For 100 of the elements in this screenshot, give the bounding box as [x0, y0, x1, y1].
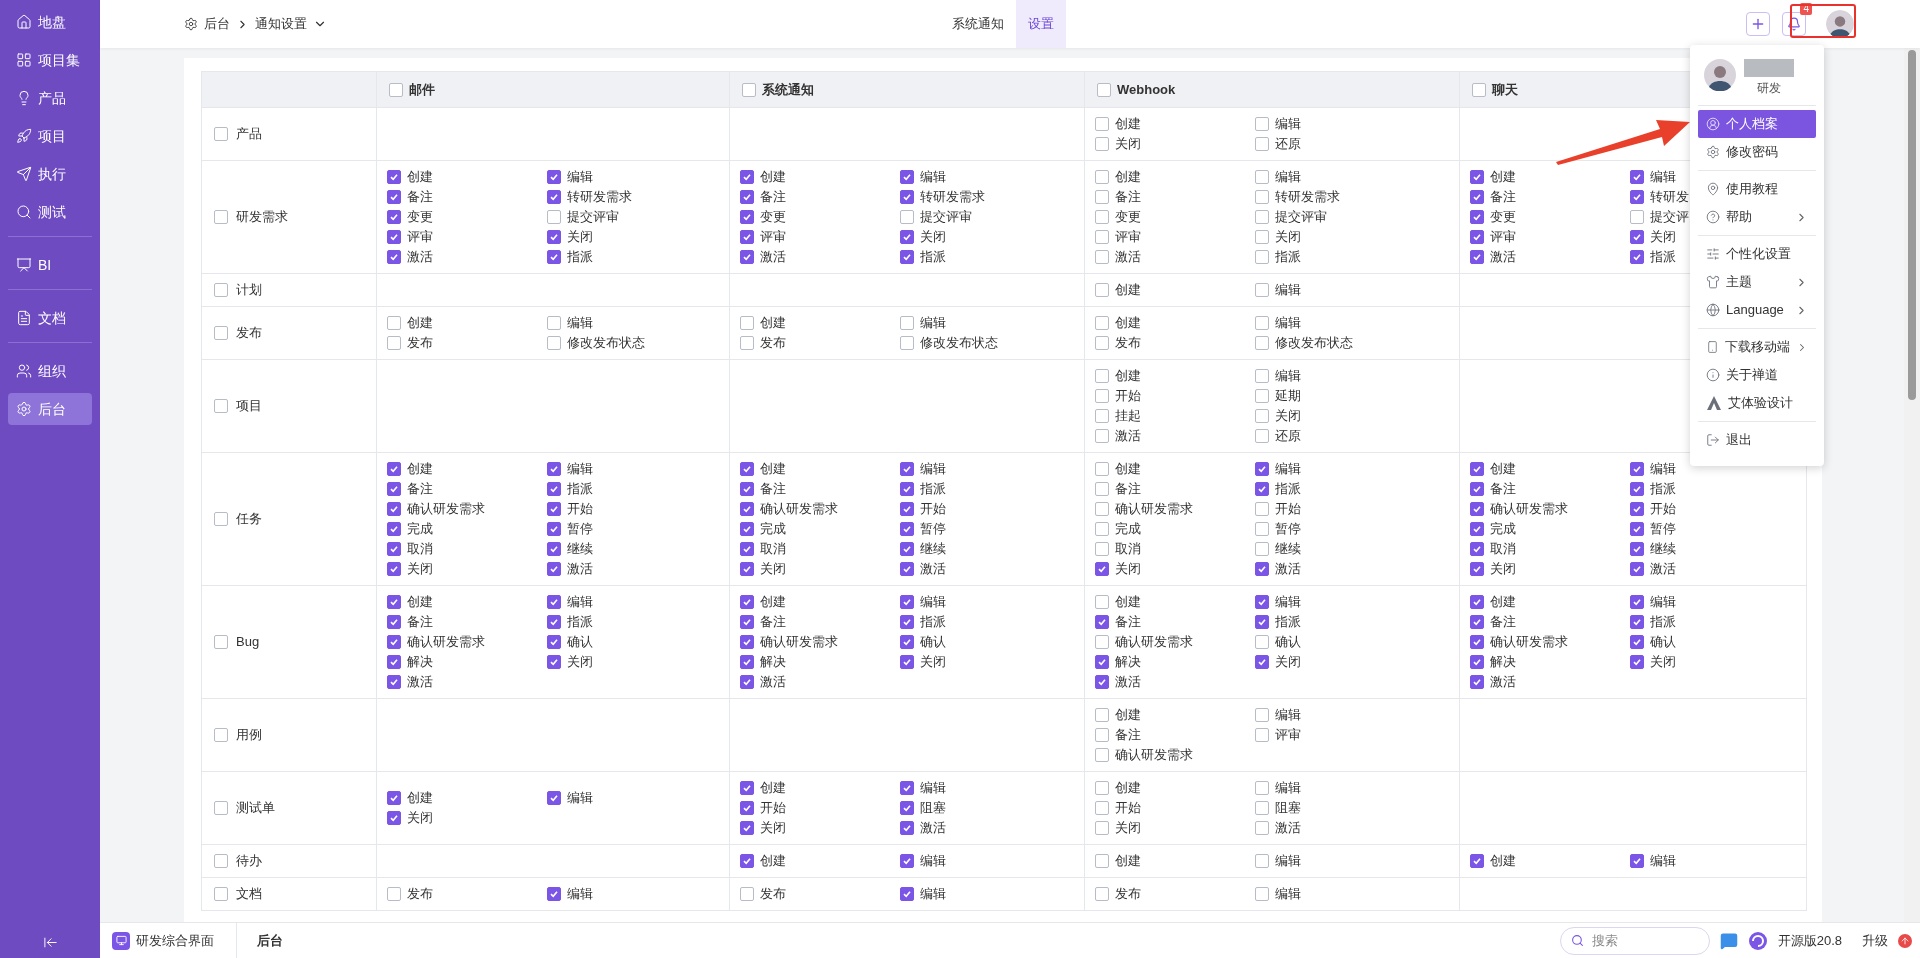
checkbox[interactable]	[387, 502, 401, 516]
checkbox[interactable]	[1630, 542, 1644, 556]
checkbox[interactable]	[742, 82, 756, 97]
checkbox[interactable]	[900, 210, 914, 224]
checkbox[interactable]	[1255, 429, 1269, 443]
checkbox[interactable]	[387, 250, 401, 264]
menu-item[interactable]: 帮助	[1698, 203, 1816, 231]
checkbox[interactable]	[1255, 887, 1269, 901]
checkbox[interactable]	[1470, 462, 1484, 476]
checkbox[interactable]	[1255, 409, 1269, 423]
checkbox[interactable]	[547, 562, 561, 576]
checkbox[interactable]	[1095, 462, 1109, 476]
add-button[interactable]	[1746, 12, 1770, 36]
checkbox[interactable]	[900, 595, 914, 609]
nav-item[interactable]: 产品	[8, 82, 92, 114]
checkbox[interactable]	[1255, 190, 1269, 204]
checkbox[interactable]	[1095, 369, 1109, 383]
checkbox[interactable]	[900, 230, 914, 244]
checkbox[interactable]	[740, 887, 754, 901]
checkbox[interactable]	[1255, 854, 1269, 868]
checkbox[interactable]	[1255, 316, 1269, 330]
checkbox[interactable]	[387, 615, 401, 629]
checkbox[interactable]	[900, 854, 914, 868]
checkbox[interactable]	[1095, 821, 1109, 835]
checkbox[interactable]	[740, 675, 754, 689]
checkbox[interactable]	[214, 728, 228, 742]
checkbox[interactable]	[900, 502, 914, 516]
checkbox[interactable]	[1095, 595, 1109, 609]
checkbox[interactable]	[900, 562, 914, 576]
checkbox[interactable]	[1630, 170, 1644, 184]
checkbox[interactable]	[740, 655, 754, 669]
checkbox[interactable]	[740, 854, 754, 868]
nav-item[interactable]: 执行	[8, 158, 92, 190]
checkbox[interactable]	[214, 127, 228, 141]
checkbox[interactable]	[1255, 562, 1269, 576]
checkbox[interactable]	[547, 210, 561, 224]
checkbox[interactable]	[1255, 542, 1269, 556]
checkbox[interactable]	[900, 801, 914, 815]
checkbox[interactable]	[900, 250, 914, 264]
checkbox[interactable]	[387, 675, 401, 689]
checkbox[interactable]	[1472, 82, 1486, 97]
checkbox[interactable]	[1095, 708, 1109, 722]
checkbox[interactable]	[1255, 801, 1269, 815]
nav-item[interactable]: 文档	[8, 302, 92, 334]
checkbox[interactable]	[740, 502, 754, 516]
checkbox[interactable]	[547, 230, 561, 244]
checkbox[interactable]	[740, 821, 754, 835]
checkbox[interactable]	[1095, 409, 1109, 423]
checkbox[interactable]	[1255, 369, 1269, 383]
checkbox[interactable]	[740, 462, 754, 476]
checkbox[interactable]	[740, 336, 754, 350]
checkbox[interactable]	[740, 250, 754, 264]
checkbox[interactable]	[1095, 655, 1109, 669]
checkbox[interactable]	[1470, 482, 1484, 496]
checkbox[interactable]	[387, 482, 401, 496]
checkbox[interactable]	[547, 791, 561, 805]
checkbox[interactable]	[1630, 595, 1644, 609]
checkbox[interactable]	[900, 190, 914, 204]
checkbox[interactable]	[547, 250, 561, 264]
checkbox[interactable]	[1630, 482, 1644, 496]
checkbox[interactable]	[387, 210, 401, 224]
checkbox[interactable]	[1095, 887, 1109, 901]
checkbox[interactable]	[1095, 336, 1109, 350]
checkbox[interactable]	[1255, 482, 1269, 496]
checkbox[interactable]	[387, 791, 401, 805]
checkbox[interactable]	[1095, 230, 1109, 244]
checkbox[interactable]	[1095, 117, 1109, 131]
checkbox[interactable]	[1255, 389, 1269, 403]
checkbox[interactable]	[740, 801, 754, 815]
nav-item[interactable]: 地盘	[8, 6, 92, 38]
checkbox[interactable]	[1255, 635, 1269, 649]
checkbox[interactable]	[387, 887, 401, 901]
checkbox[interactable]	[1095, 615, 1109, 629]
checkbox[interactable]	[900, 482, 914, 496]
checkbox[interactable]	[1470, 675, 1484, 689]
checkbox[interactable]	[1095, 748, 1109, 762]
checkbox[interactable]	[547, 655, 561, 669]
checkbox[interactable]	[1470, 542, 1484, 556]
checkbox[interactable]	[1255, 821, 1269, 835]
checkbox[interactable]	[1470, 210, 1484, 224]
checkbox[interactable]	[1255, 522, 1269, 536]
breadcrumb-link[interactable]: 后台	[204, 14, 230, 34]
checkbox[interactable]	[900, 821, 914, 835]
checkbox[interactable]	[547, 635, 561, 649]
menu-item[interactable]: 个性化设置	[1698, 240, 1816, 268]
checkbox[interactable]	[740, 615, 754, 629]
checkbox[interactable]	[387, 562, 401, 576]
checkbox[interactable]	[547, 887, 561, 901]
nav-item[interactable]: BI	[8, 249, 92, 281]
checkbox[interactable]	[1095, 250, 1109, 264]
checkbox[interactable]	[1630, 502, 1644, 516]
checkbox[interactable]	[387, 542, 401, 556]
checkbox[interactable]	[1630, 462, 1644, 476]
app-name[interactable]: 研发综合界面	[136, 930, 214, 951]
upgrade-link[interactable]: 升级	[1862, 930, 1888, 951]
checkbox[interactable]	[900, 542, 914, 556]
checkbox[interactable]	[1630, 210, 1644, 224]
checkbox[interactable]	[900, 170, 914, 184]
checkbox[interactable]	[1255, 336, 1269, 350]
checkbox[interactable]	[740, 210, 754, 224]
